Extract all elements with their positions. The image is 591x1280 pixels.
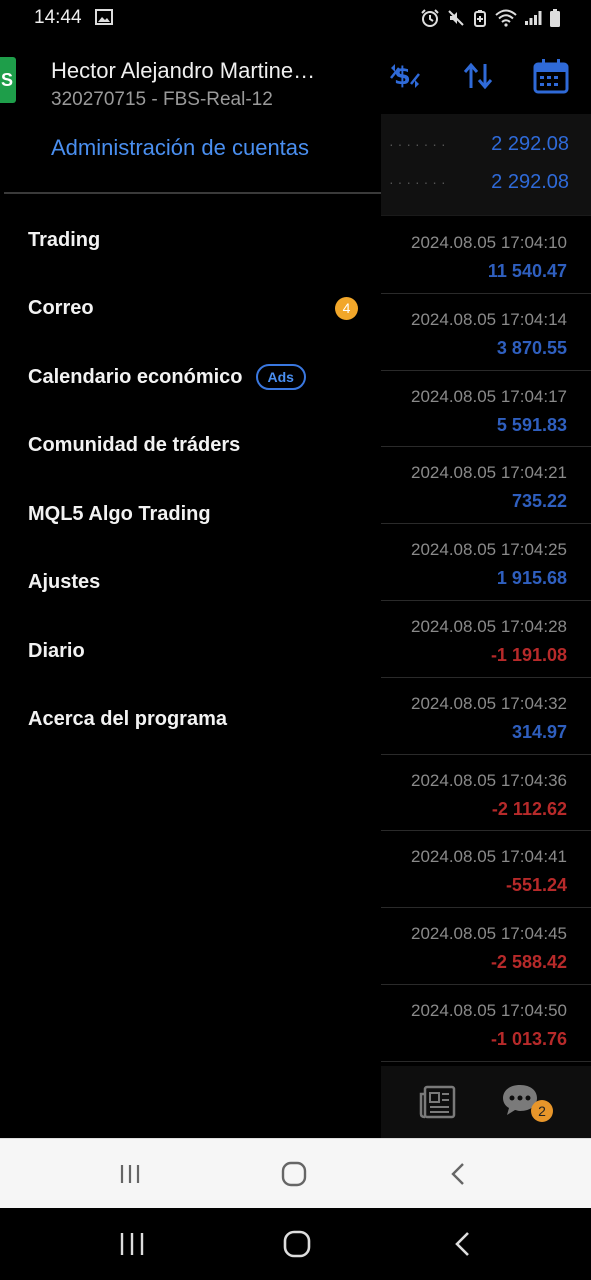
deal-time: 2024.08.05 17:04:36 [411, 770, 567, 790]
deal-profit: 314.97 [511, 721, 567, 742]
deal-profit: -551.24 [505, 875, 567, 896]
home-button[interactable] [267, 1208, 327, 1280]
deal-time: 2024.08.05 17:04:25 [411, 540, 567, 560]
deal-profit: 1 915.68 [496, 568, 567, 589]
separator-dots: ······· [389, 136, 450, 152]
battery-saver-icon [472, 9, 488, 27]
signal-icon [524, 10, 542, 26]
equity-value: 2 292.08 [491, 171, 569, 193]
menu-item-label: Trading [28, 228, 101, 251]
menu-item-label: Acerca del programa [28, 708, 227, 731]
alarm-icon [420, 8, 440, 28]
app-navigation-bar [0, 1138, 591, 1208]
recent-apps-button[interactable] [102, 1208, 162, 1280]
balance-value: 2 292.08 [491, 133, 569, 155]
status-bar: 14:44 [0, 0, 591, 36]
deal-time: 2024.08.05 17:04:45 [411, 924, 567, 944]
mute-icon [447, 9, 465, 27]
deal-row[interactable]: 2024.08.05 17:04:14 3 870.55 [381, 294, 591, 371]
deal-profit: -1 013.76 [490, 1028, 567, 1049]
mail-count-badge: 4 [335, 297, 358, 321]
account-management-link[interactable]: Administración de cuentas [51, 135, 309, 161]
avatar[interactable]: S [0, 57, 16, 103]
account-number: 320270715 - FBS-Real-12 [51, 89, 273, 110]
deal-list: 2024.08.05 17:04:10 11 540.47 2024.08.05 1… [381, 217, 591, 1062]
deal-profit: -2 112.62 [491, 798, 567, 819]
account-name[interactable]: Hector Alejandro Martine… [51, 58, 315, 84]
system-navigation-bar [0, 1208, 591, 1280]
menu-item-label: Comunidad de tráders [28, 434, 241, 457]
menu-item-about[interactable]: Acerca del programa [0, 686, 381, 755]
menu-item-label: Diario [28, 639, 85, 662]
deal-profit: 11 540.47 [487, 261, 567, 281]
menu-item-mail[interactable]: Correo 4 [0, 275, 381, 344]
deal-row[interactable]: 2024.08.05 17:04:36 -2 112.62 [381, 755, 591, 832]
deal-row[interactable]: 2024.08.05 17:04:32 314.97 [381, 678, 591, 755]
history-toolbar: $ [381, 36, 591, 114]
deal-time: 2024.08.05 17:04:14 [411, 309, 567, 329]
deal-profit: 3 870.55 [496, 337, 567, 358]
menu-item-journal[interactable]: Diario [0, 617, 381, 686]
recent-apps-button[interactable] [100, 1139, 160, 1208]
calendar-icon[interactable] [531, 56, 571, 96]
deal-row[interactable]: 2024.08.05 17:04:41 -551.24 [381, 831, 591, 909]
wifi-icon [495, 9, 517, 27]
deal-time: 2024.08.05 17:04:32 [411, 693, 567, 713]
deal-profit: 5 591.83 [496, 414, 567, 435]
image-icon [95, 9, 113, 30]
ads-tag: Ads [255, 364, 306, 391]
news-icon[interactable] [419, 1084, 457, 1125]
deal-time: 2024.08.05 17:04:28 [411, 616, 567, 636]
history-bottom-bar: 2 [381, 1066, 591, 1138]
history-screen: $ ······· 2 292.08 ······· 2 292.08 2024… [381, 36, 591, 1138]
deal-row[interactable]: 2024.08.05 17:04:28 -1 191.08 [381, 601, 591, 678]
status-time: 14:44 [34, 7, 82, 28]
menu-item-economic-calendar[interactable]: Calendario económico Ads [0, 343, 381, 412]
menu-item-settings[interactable]: Ajustes [0, 549, 381, 618]
deal-row[interactable]: 2024.08.05 17:04:10 11 540.47 [381, 217, 591, 294]
separator-dots: ······· [389, 174, 450, 190]
deal-row[interactable]: 2024.08.05 17:04:50 -1 013.76 [381, 985, 591, 1062]
back-button[interactable] [433, 1208, 493, 1280]
deal-profit: -2 588.42 [490, 952, 567, 973]
deal-time: 2024.08.05 17:04:10 [411, 233, 567, 252]
deal-time: 2024.08.05 17:04:50 [411, 1000, 567, 1020]
menu-item-traders-community[interactable]: Comunidad de tráders [0, 412, 381, 481]
menu-item-trading[interactable]: Trading [0, 206, 381, 275]
menu-item-label: Correo [28, 297, 94, 320]
menu-item-label: MQL5 Algo Trading [28, 502, 211, 525]
home-button[interactable] [264, 1139, 324, 1208]
svg-text:$: $ [394, 62, 411, 90]
battery-icon [549, 8, 561, 28]
back-button[interactable] [428, 1139, 488, 1208]
deal-time: 2024.08.05 17:04:41 [411, 847, 567, 867]
deal-time: 2024.08.05 17:04:21 [411, 463, 567, 483]
deal-row[interactable]: 2024.08.05 17:04:45 -2 588.42 [381, 908, 591, 985]
deal-row[interactable]: 2024.08.05 17:04:25 1 915.68 [381, 524, 591, 601]
menu-item-mql5-algo-trading[interactable]: MQL5 Algo Trading [0, 480, 381, 549]
deal-row[interactable]: 2024.08.05 17:04:21 735.22 [381, 447, 591, 525]
deal-time: 2024.08.05 17:04:17 [411, 386, 567, 406]
deal-row[interactable]: 2024.08.05 17:04:17 5 591.83 [381, 371, 591, 448]
divider [4, 192, 381, 194]
balance-summary: ······· 2 292.08 ······· 2 292.08 [381, 114, 591, 216]
sort-icon[interactable] [459, 56, 499, 96]
drawer-menu: Trading Correo 4 Calendario económico Ad… [0, 206, 381, 754]
navigation-drawer: S Hector Alejandro Martine… 320270715 - … [0, 36, 381, 1138]
currency-exchange-icon[interactable]: $ [385, 56, 425, 96]
menu-item-label: Ajustes [28, 571, 101, 594]
menu-item-label: Calendario económico [28, 365, 243, 388]
deal-profit: 735.22 [511, 491, 567, 512]
deal-profit: -1 191.08 [490, 644, 567, 665]
chat-badge: 2 [531, 1100, 553, 1122]
